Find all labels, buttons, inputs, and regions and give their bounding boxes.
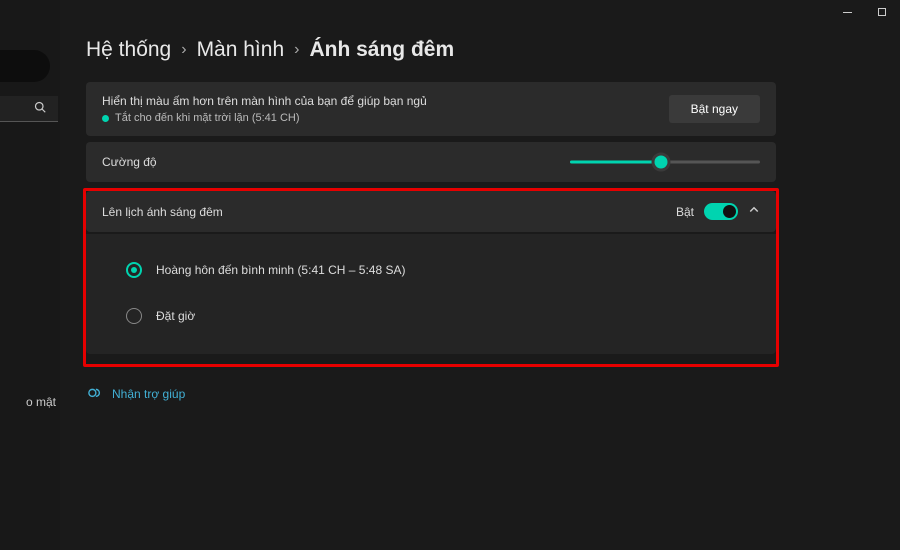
strength-slider[interactable] [570, 154, 760, 170]
breadcrumb-current: Ánh sáng đêm [309, 38, 454, 62]
sidebar: o mật [0, 0, 60, 550]
strength-card: Cường độ [86, 142, 776, 182]
slider-fill [570, 161, 661, 164]
nightlight-status-text: Tắt cho đến khi mặt trời lặn (5:41 CH) [115, 112, 300, 124]
radio-icon [126, 262, 142, 278]
minimize-button[interactable] [843, 6, 852, 18]
schedule-body: Hoàng hôn đến bình minh (5:41 CH – 5:48 … [86, 234, 776, 354]
schedule-header-label: Lên lịch ánh sáng đêm [102, 205, 223, 219]
strength-label: Cường độ [102, 155, 157, 169]
help-row: Nhận trợ giúp [88, 385, 876, 402]
radio-icon [126, 308, 142, 324]
schedule-toggle-label: Bật [676, 205, 694, 219]
toggle-knob [723, 205, 736, 218]
sidebar-truncated-label: o mật [0, 395, 60, 409]
schedule-toggle[interactable] [704, 203, 738, 220]
schedule-option-sunset-label: Hoàng hôn đến bình minh (5:41 CH – 5:48 … [156, 263, 406, 277]
breadcrumb: Hệ thống › Màn hình › Ánh sáng đêm [86, 38, 876, 62]
breadcrumb-system[interactable]: Hệ thống [86, 38, 171, 62]
schedule-header[interactable]: Lên lịch ánh sáng đêm Bật [86, 191, 776, 232]
restore-button[interactable] [878, 6, 886, 18]
get-help-link[interactable]: Nhận trợ giúp [112, 387, 185, 401]
search-icon [34, 101, 46, 116]
chevron-up-icon[interactable] [748, 204, 760, 219]
search-row[interactable] [0, 96, 58, 122]
schedule-option-sunset[interactable]: Hoàng hôn đến bình minh (5:41 CH – 5:48 … [126, 252, 736, 298]
turn-on-now-button[interactable]: Bật ngay [669, 95, 760, 123]
status-dot-icon [102, 115, 109, 122]
nightlight-header-card: Hiển thị màu ấm hơn trên màn hình của bạ… [86, 82, 776, 136]
restore-icon [878, 8, 886, 16]
nightlight-description: Hiển thị màu ấm hơn trên màn hình của bạ… [102, 94, 427, 108]
breadcrumb-display[interactable]: Màn hình [197, 38, 285, 62]
chevron-right-icon: › [181, 41, 186, 59]
sidebar-profile-stub [0, 50, 50, 82]
slider-thumb[interactable] [652, 153, 671, 172]
schedule-highlight-box: Lên lịch ánh sáng đêm Bật Hoàng hôn đến … [83, 188, 779, 367]
help-icon [88, 385, 102, 402]
schedule-option-sethours-label: Đặt giờ [156, 309, 195, 323]
main-content: Hệ thống › Màn hình › Ánh sáng đêm Hiển … [86, 38, 876, 402]
chevron-right-icon: › [294, 41, 299, 59]
minimize-icon [843, 12, 852, 13]
schedule-option-sethours[interactable]: Đặt giờ [126, 298, 736, 344]
